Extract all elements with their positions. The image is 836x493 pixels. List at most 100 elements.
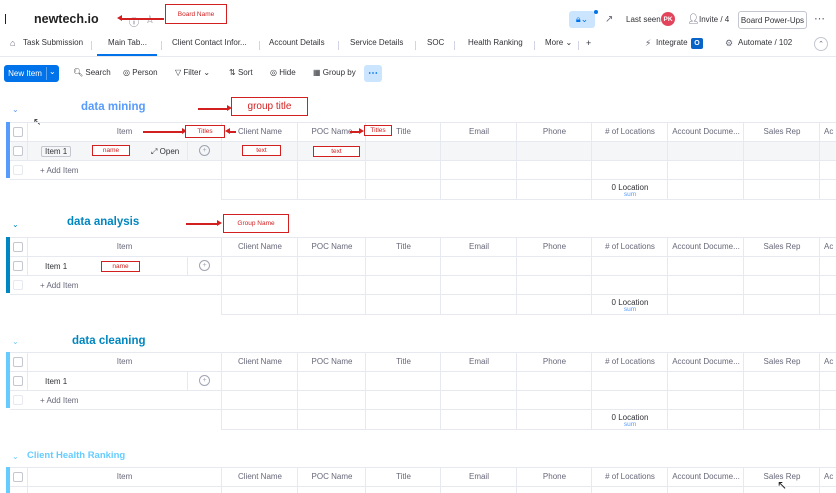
row-checkbox[interactable] [13,261,23,271]
column-header-account-docs[interactable]: Account Docume... [668,472,744,481]
board-title[interactable]: newtech.io [34,12,99,26]
item-name-cell[interactable]: Item 1 [41,146,72,157]
column-header-sales-rep[interactable]: Sales Rep [744,242,820,251]
column-header-sales-rep[interactable]: Sales Rep [744,357,820,366]
info-icon[interactable]: ⓘ [129,14,139,29]
row-checkbox[interactable] [13,146,23,156]
column-header-email[interactable]: Email [441,472,517,481]
column-header-sales-rep[interactable]: Sales Rep [744,127,820,136]
star-icon[interactable]: ☆ [145,13,155,26]
lock-button[interactable]: 🔒︎⌄ [569,11,595,28]
add-update-icon[interactable]: + [199,375,210,386]
select-all-checkbox[interactable] [13,127,23,137]
activity-icon[interactable]: ↗ [605,14,613,25]
filter-button[interactable]: ▽ Filter ⌄ [175,68,210,77]
column-header-poc-name[interactable]: POC Name [298,472,366,481]
avatar[interactable]: PK [661,12,675,26]
add-view-button[interactable]: + [586,38,591,48]
tab-main-table[interactable]: Main Tab... [108,38,147,47]
tab-client-contact[interactable]: Client Contact Infor... [172,38,247,47]
column-header-ac[interactable]: Ac [820,472,836,481]
column-header-poc-name[interactable]: POC Name [298,357,366,366]
column-header-account-docs[interactable]: Account Docume... [668,357,744,366]
column-header-poc-name[interactable]: POC Name [298,242,366,251]
column-header-phone[interactable]: Phone [517,472,592,481]
add-item-button[interactable]: + Add Item [40,281,78,290]
tab-soc[interactable]: SOC [427,38,444,47]
column-header-phone[interactable]: Phone [517,242,592,251]
group-title[interactable]: data mining [81,101,146,113]
split-divider [46,67,47,80]
item-name-cell[interactable]: Item 1 [45,377,67,386]
column-header-ac[interactable]: Ac [820,127,836,136]
column-header-item[interactable]: Item [28,242,221,251]
group-by-button[interactable]: ▦ Group by [313,68,356,77]
group-title[interactable]: data analysis [67,216,139,228]
invite-button[interactable]: Invite / 4 [699,15,729,24]
outlook-icon[interactable]: O [691,38,703,49]
column-header-locations[interactable]: # of Locations [592,242,668,251]
person-filter-button[interactable]: ◎ Person [123,68,158,77]
tab-health-ranking[interactable]: Health Ranking [468,38,523,47]
select-all-checkbox[interactable] [13,472,23,482]
column-header-locations[interactable]: # of Locations [592,357,668,366]
item-name-cell[interactable]: Item 1 [45,262,67,271]
add-update-icon[interactable]: + [199,145,210,156]
select-all-checkbox[interactable] [13,242,23,252]
column-header-account-docs[interactable]: Account Docume... [668,127,744,136]
add-item-button[interactable]: + Add Item [40,396,78,405]
annotation-arrow [143,131,183,133]
last-seen-label[interactable]: Last seen [626,15,661,24]
column-header-phone[interactable]: Phone [517,357,592,366]
sort-button[interactable]: ⇅ Sort [229,68,253,77]
annotation-titles: Titles [185,125,225,138]
group-collapse-icon[interactable]: ⌄ [12,337,19,346]
open-item-button[interactable]: ⤢ Open [151,147,179,157]
tab-account-details[interactable]: Account Details [269,38,325,47]
column-header-client-name[interactable]: Client Name [222,242,298,251]
add-update-icon[interactable]: + [199,260,210,271]
group-collapse-icon[interactable]: ⌄ [12,220,19,229]
add-item-button[interactable]: + Add Item [40,166,78,175]
column-header-item[interactable]: Item [28,472,221,481]
table-border [10,141,836,142]
group-title[interactable]: data cleaning [72,335,146,347]
column-header-title[interactable]: Title [366,357,441,366]
collapse-header-icon[interactable]: ⌃ [814,37,828,51]
board-power-ups-button[interactable]: Board Power-Ups [738,11,807,29]
more-actions-button[interactable]: ⋯ [364,65,382,82]
group-collapse-icon[interactable]: ⌄ [12,105,19,114]
chevron-down-icon[interactable]: ⌄ [49,67,56,76]
column-header-email[interactable]: Email [441,242,517,251]
more-menu-icon[interactable]: ⋯ [814,12,825,25]
select-all-checkbox[interactable] [13,357,23,367]
column-header-phone[interactable]: Phone [517,127,592,136]
new-item-button[interactable]: New Item ⌄ [4,65,59,82]
hide-button[interactable]: ◎ Hide [270,68,296,77]
column-header-client-name[interactable]: Client Name [222,357,298,366]
column-header-locations[interactable]: # of Locations [592,472,668,481]
tab-more[interactable]: More ⌄ [545,38,572,47]
column-header-title[interactable]: Title [366,472,441,481]
automate-button[interactable]: Automate / 102 [738,38,792,47]
tab-divider [415,41,416,50]
column-header-ac[interactable]: Ac [820,357,836,366]
tab-service-details[interactable]: Service Details [350,38,403,47]
column-header-title[interactable]: Title [366,242,441,251]
expand-icon: ⤢ [151,147,158,156]
group-collapse-icon[interactable]: ⌄ [12,452,19,461]
column-header-client-name[interactable]: Client Name [222,472,298,481]
table-border [10,160,836,161]
column-header-account-docs[interactable]: Account Docume... [668,242,744,251]
col-divider [516,352,517,429]
column-header-email[interactable]: Email [441,127,517,136]
tab-task-submission[interactable]: Task Submission [23,38,83,47]
column-header-locations[interactable]: # of Locations [592,127,668,136]
group-title[interactable]: Client Health Ranking [27,450,125,461]
row-checkbox[interactable] [13,376,23,386]
search-button[interactable]: 🔍︎ Search [73,68,111,77]
column-header-item[interactable]: Item [28,357,221,366]
column-header-ac[interactable]: Ac [820,242,836,251]
integrate-button[interactable]: Integrate [656,38,688,47]
column-header-email[interactable]: Email [441,357,517,366]
